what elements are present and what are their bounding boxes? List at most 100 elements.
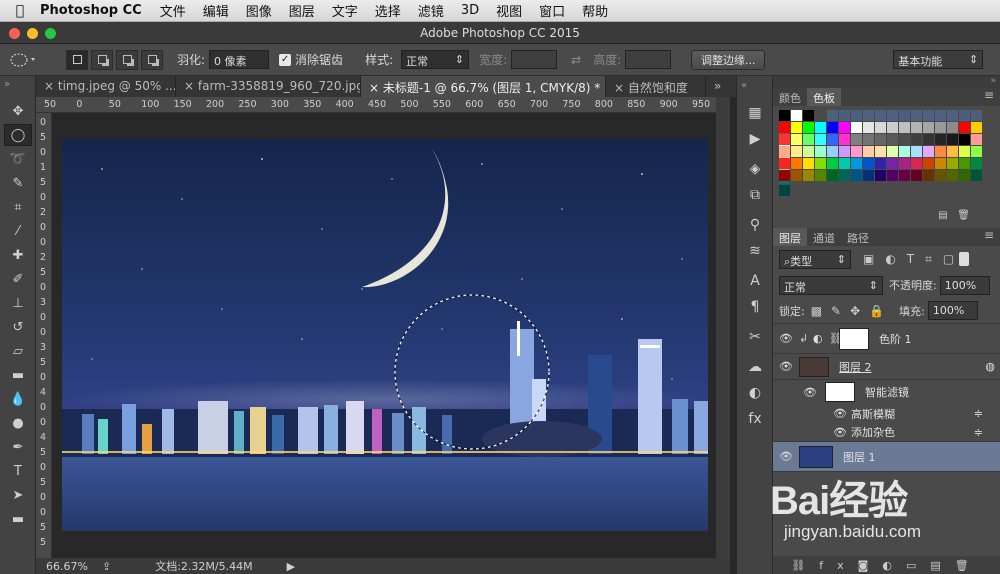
color-swatch[interactable]	[779, 110, 790, 121]
blend-mode-select[interactable]: 正常 ⇕	[779, 275, 883, 295]
color-swatch[interactable]	[791, 134, 802, 145]
close-tab-icon[interactable]: ×	[614, 81, 628, 95]
color-swatch[interactable]	[935, 158, 946, 169]
color-swatch[interactable]	[803, 122, 814, 133]
tab-farm[interactable]: × farm-3358819_960_720.jpg	[176, 76, 361, 97]
color-swatch[interactable]	[935, 122, 946, 133]
color-swatch[interactable]	[803, 158, 814, 169]
color-swatch[interactable]	[791, 170, 802, 181]
close-tab-icon[interactable]: ×	[44, 79, 58, 93]
brush-tool-icon[interactable]: ✐	[4, 268, 32, 290]
lasso-tool-icon[interactable]: ➰	[4, 148, 32, 170]
delete-layer-icon[interactable]: 🗑	[955, 559, 983, 572]
color-swatch[interactable]	[923, 170, 934, 181]
smart-filters-row[interactable]: 👁 智能滤镜	[773, 380, 1000, 404]
link-layers-icon[interactable]: ⛓	[791, 559, 819, 572]
gradient-tool-icon[interactable]: ▬	[4, 364, 32, 386]
menu-layer[interactable]: 图层	[289, 1, 315, 20]
color-swatch[interactable]	[863, 158, 874, 169]
tool-presets-icon[interactable]: ⚲	[740, 214, 770, 236]
layer-2[interactable]: 👁 图层 2 ◍	[773, 354, 1000, 380]
tab-timg[interactable]: × timg.jpeg @ 50% ...	[36, 76, 176, 97]
color-swatch[interactable]	[815, 158, 826, 169]
color-swatch[interactable]	[803, 146, 814, 157]
dodge-tool-icon[interactable]: ●	[4, 412, 32, 434]
color-swatch[interactable]	[923, 110, 934, 121]
color-swatch[interactable]	[959, 110, 970, 121]
color-swatch[interactable]	[839, 146, 850, 157]
swatches-grid[interactable]	[773, 106, 1000, 210]
tab-swatches[interactable]: 色板	[807, 88, 841, 106]
libraries-panel-icon[interactable]: ☁	[740, 356, 770, 378]
opacity-input[interactable]: 100%	[939, 275, 990, 295]
color-swatch[interactable]	[935, 146, 946, 157]
eraser-tool-icon[interactable]: ▱	[4, 340, 32, 362]
tab-layers[interactable]: 图层	[773, 228, 807, 246]
color-swatch[interactable]	[971, 170, 982, 181]
canvas-scrollbar[interactable]	[716, 97, 730, 558]
new-group-icon[interactable]: ▭	[906, 559, 930, 572]
color-swatch[interactable]	[875, 134, 886, 145]
visibility-eye-icon[interactable]: 👁	[773, 360, 799, 373]
visibility-eye-icon[interactable]: 👁	[773, 426, 851, 439]
color-swatch[interactable]	[779, 158, 790, 169]
tool-preset-picker[interactable]	[0, 52, 48, 68]
menu-type[interactable]: 文字	[332, 1, 358, 20]
color-swatch[interactable]	[911, 170, 922, 181]
smart-filter-mask-thumbnail[interactable]	[825, 382, 855, 402]
status-menu-icon[interactable]: ▶	[287, 560, 295, 573]
lock-icons[interactable]: ▩✎✥🔒	[811, 304, 893, 318]
menu-edit[interactable]: 编辑	[203, 1, 229, 20]
styles-panel-icon[interactable]: fx	[740, 408, 770, 430]
new-selection-button[interactable]	[66, 49, 88, 70]
vertical-ruler[interactable]: 0 5 0 1 5 0 2 0 0 2 5 0 3 0 0 3 5 0 4 0 0 4 5 0 5 0 0 5 5	[36, 113, 52, 558]
color-swatch[interactable]	[947, 122, 958, 133]
color-swatch[interactable]	[887, 158, 898, 169]
color-swatch[interactable]	[935, 170, 946, 181]
visibility-eye-icon[interactable]: 👁	[773, 407, 851, 420]
color-swatch[interactable]	[791, 122, 802, 133]
color-swatch[interactable]	[959, 146, 970, 157]
paragraph-panel-icon[interactable]: ¶	[740, 296, 770, 318]
swap-icon[interactable]: ⇄	[571, 53, 581, 67]
color-swatch[interactable]	[863, 170, 874, 181]
color-swatch[interactable]	[779, 134, 790, 145]
height-input[interactable]	[625, 50, 672, 69]
delete-swatch-icon[interactable]: 🗑	[957, 210, 970, 221]
layer-levels-1[interactable]: 👁 ↲ ◐ ⛓ 色阶 1	[773, 324, 1000, 354]
color-swatch[interactable]	[851, 158, 862, 169]
color-swatch[interactable]	[779, 170, 790, 181]
tab-vibrance[interactable]: × 自然饱和度	[606, 76, 706, 97]
color-swatch[interactable]	[803, 110, 814, 121]
app-menu[interactable]: Photoshop CC	[40, 3, 142, 18]
color-swatch[interactable]	[911, 146, 922, 157]
color-swatch[interactable]	[827, 158, 838, 169]
adjustments-panel-icon[interactable]: ◐	[740, 382, 770, 404]
color-swatch[interactable]	[887, 134, 898, 145]
color-swatch[interactable]	[887, 122, 898, 133]
color-swatch[interactable]	[899, 170, 910, 181]
clone-stamp-tool-icon[interactable]: ⊥	[4, 292, 32, 314]
tab-color[interactable]: 颜色	[773, 88, 807, 106]
eyedropper-tool-icon[interactable]: ⁄	[4, 220, 32, 242]
clone-source-icon[interactable]: ⧉	[740, 184, 770, 206]
menu-help[interactable]: 帮助	[582, 1, 608, 20]
actions-panel-icon[interactable]: ▶	[740, 128, 770, 150]
menu-filter[interactable]: 滤镜	[418, 1, 444, 20]
tools-panel-icon[interactable]: ✂	[740, 326, 770, 348]
color-swatch[interactable]	[959, 158, 970, 169]
menu-image[interactable]: 图像	[246, 1, 272, 20]
style-select[interactable]: 正常 ⇕	[401, 50, 470, 69]
brush-panel-icon[interactable]: ≋	[740, 240, 770, 262]
color-swatch[interactable]	[863, 122, 874, 133]
color-swatch[interactable]	[863, 134, 874, 145]
color-swatch[interactable]	[971, 134, 982, 145]
color-swatch[interactable]	[947, 110, 958, 121]
color-swatch[interactable]	[887, 110, 898, 121]
feather-input[interactable]: 0 像素	[209, 50, 270, 69]
layer-filter-select[interactable]: ⌕类型 ⇕	[779, 249, 851, 269]
color-swatch[interactable]	[827, 134, 838, 145]
refine-edge-button[interactable]: 调整边缘...	[691, 49, 766, 70]
history-panel-icon[interactable]: ▦	[740, 102, 770, 124]
color-swatch[interactable]	[935, 134, 946, 145]
